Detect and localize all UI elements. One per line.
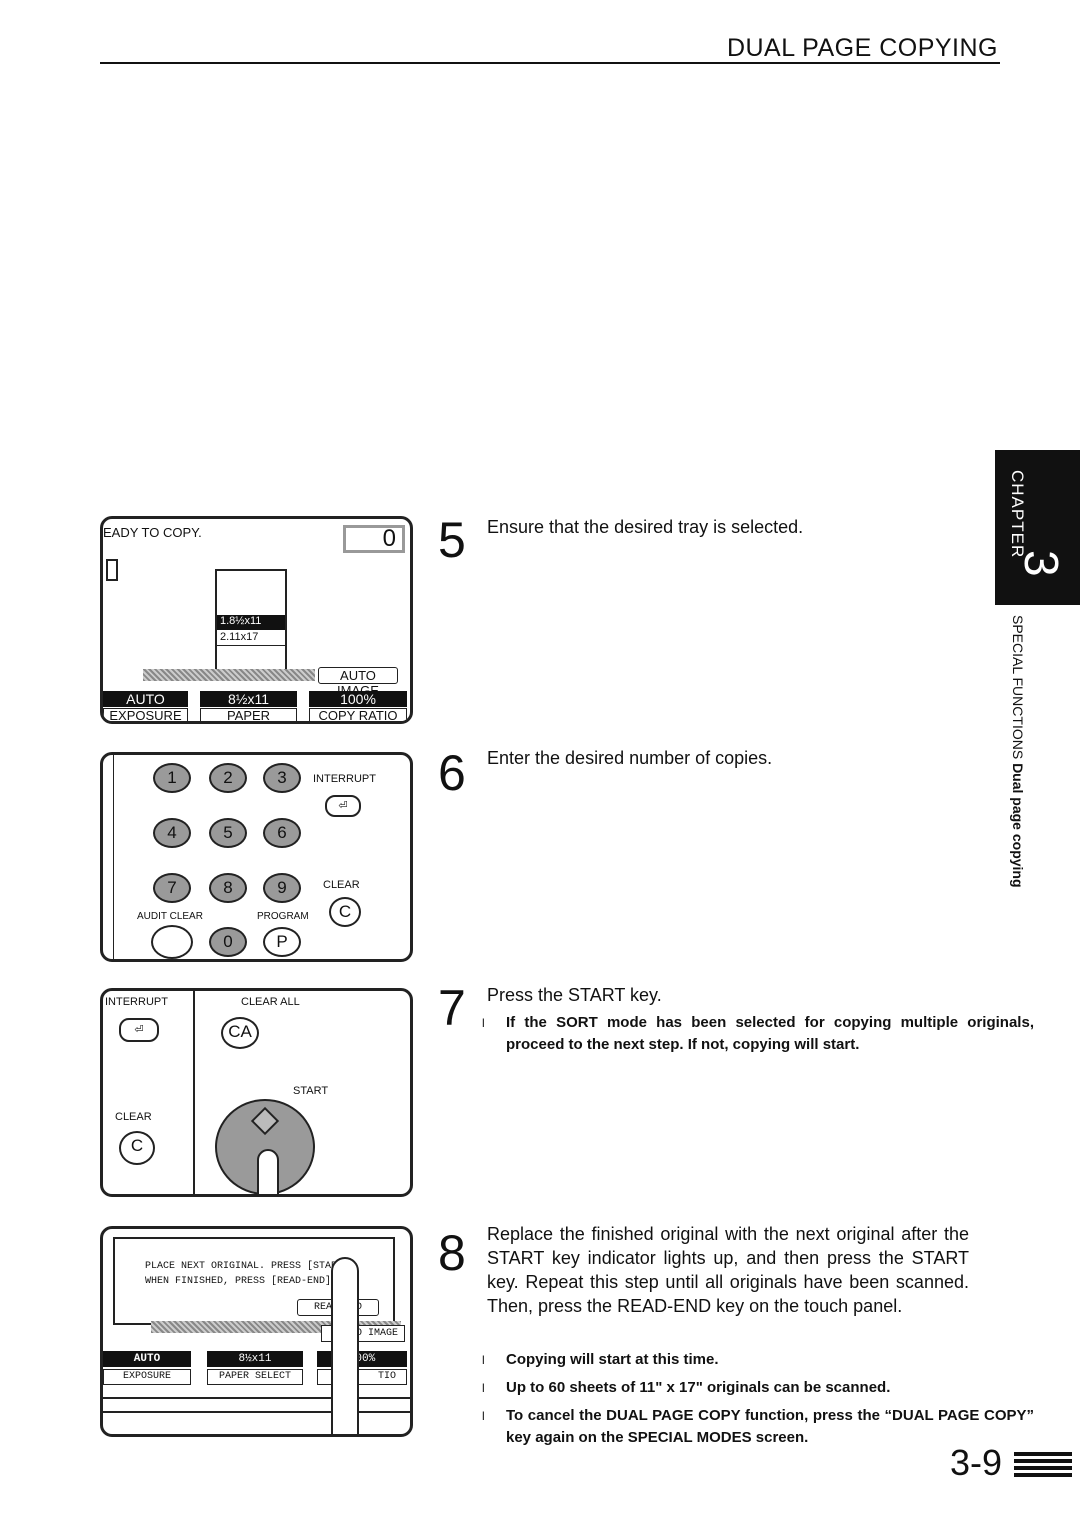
step-text: Replace the finished original with the n… xyxy=(487,1224,969,1316)
step-number: 8 xyxy=(438,1225,466,1281)
clear-key[interactable]: C xyxy=(329,897,361,927)
interrupt-key[interactable]: ⏎ xyxy=(119,1018,159,1042)
chapter-label: CHAPTER xyxy=(1008,470,1027,559)
clear-label: CLEAR xyxy=(323,879,360,891)
note-text: Copying will start at this time. xyxy=(506,1351,719,1368)
chapter-tab: CHAPTER 3 xyxy=(995,450,1080,605)
page-number: 3-9 xyxy=(949,1442,1002,1483)
touch-panel-dual-page: PLACE NEXT ORIGINAL. PRESS [START]. WHEN… xyxy=(100,1226,413,1437)
start-label: START xyxy=(293,1085,329,1097)
copy-ratio-button[interactable]: COPY RATIO xyxy=(309,708,407,721)
message-line-2: WHEN FINISHED, PRESS [READ-END]. xyxy=(145,1276,338,1287)
start-panel: INTERRUPT ⏎ CLEAR ALL CA START CLEAR C xyxy=(100,988,413,1197)
touch-panel-ready: EADY TO COPY. 0 1.8½x11 2.11x17 AUTO IMA… xyxy=(100,516,413,724)
paper-select-button[interactable]: PAPER SELECT xyxy=(207,1369,303,1385)
message-line-1: PLACE NEXT ORIGINAL. PRESS [START]. xyxy=(145,1261,356,1272)
floor-shadow xyxy=(143,669,315,681)
interrupt-label: INTERRUPT xyxy=(105,996,168,1008)
exposure-button[interactable]: EXPOSURE xyxy=(103,1369,191,1385)
key-6[interactable]: 6 xyxy=(263,818,301,848)
topic-name: Dual page copying xyxy=(1010,763,1026,888)
tray-1[interactable]: 1.8½x11 xyxy=(217,615,285,630)
auto-image-button[interactable]: AUTO IMAGE xyxy=(318,667,398,698)
bullet: l xyxy=(482,1381,485,1395)
paper-value: 8½x11 xyxy=(200,691,297,707)
key-3[interactable]: 3 xyxy=(263,763,301,793)
clear-all-key[interactable]: CA xyxy=(221,1017,259,1049)
status-message: EADY TO COPY. xyxy=(103,525,202,540)
audit-clear-key[interactable] xyxy=(151,925,193,959)
section-label: SPECIAL FUNCTIONS Dual page copying xyxy=(1010,615,1026,888)
exposure-button[interactable]: EXPOSURE xyxy=(103,708,188,721)
key-7[interactable]: 7 xyxy=(153,873,191,903)
interrupt-label: INTERRUPT xyxy=(313,773,376,785)
key-0[interactable]: 0 xyxy=(209,927,247,957)
page-header-title: DUAL PAGE COPYING xyxy=(726,34,998,62)
section-name: SPECIAL FUNCTIONS xyxy=(1010,615,1026,760)
note-text: Up to 60 sheets of 11" x 17" originals c… xyxy=(506,1379,891,1396)
chapter-number: 3 xyxy=(1014,550,1067,577)
key-4[interactable]: 4 xyxy=(153,818,191,848)
copier-illustration: 1.8½x11 2.11x17 xyxy=(215,569,287,679)
finger-icon xyxy=(257,1149,279,1194)
note-text: If the SORT mode has been selected for c… xyxy=(506,1014,1034,1053)
key-1[interactable]: 1 xyxy=(153,763,191,793)
exposure-value: AUTO xyxy=(103,691,188,707)
audit-clear-label: AUDIT CLEAR xyxy=(137,911,203,922)
bullet: l xyxy=(482,1016,485,1030)
copy-count: 0 xyxy=(343,525,405,553)
bullet: l xyxy=(482,1353,485,1367)
key-8[interactable]: 8 xyxy=(209,873,247,903)
start-key[interactable] xyxy=(215,1099,315,1194)
paper-value: 8½x11 xyxy=(207,1351,303,1367)
step-text: Enter the desired number of copies. xyxy=(487,748,773,768)
keypad-panel: 1 2 3 INTERRUPT ⏎ 4 5 6 7 8 9 CLEAR C AU… xyxy=(100,752,413,962)
bullet: l xyxy=(482,1409,485,1423)
page-marker-bars xyxy=(1014,1452,1072,1480)
step-number: 6 xyxy=(438,745,466,801)
step-note: l Copying will start at this time. xyxy=(482,1349,1034,1371)
clear-all-label: CLEAR ALL xyxy=(241,996,300,1008)
key-2[interactable]: 2 xyxy=(209,763,247,793)
clear-key[interactable]: C xyxy=(119,1131,155,1165)
key-5[interactable]: 5 xyxy=(209,818,247,848)
step-text: Ensure that the desired tray is selected… xyxy=(487,517,804,537)
interrupt-key[interactable]: ⏎ xyxy=(325,795,361,817)
finger-icon xyxy=(331,1257,359,1434)
step-note: l If the SORT mode has been selected for … xyxy=(482,1012,1034,1056)
step-text: Press the START key. xyxy=(487,985,662,1005)
start-indicator-icon xyxy=(250,1106,280,1136)
key-9[interactable]: 9 xyxy=(263,873,301,903)
exposure-value: AUTO xyxy=(103,1351,191,1367)
step-number: 7 xyxy=(438,980,466,1036)
header-rule xyxy=(100,62,1000,64)
step-number: 5 xyxy=(438,512,466,568)
ratio-value: 100% xyxy=(309,691,407,707)
step-note: l Up to 60 sheets of 11" x 17" originals … xyxy=(482,1377,1034,1399)
paper-select-button[interactable]: PAPER SELECT xyxy=(200,708,297,721)
program-key[interactable]: P xyxy=(263,927,301,957)
tray-2[interactable]: 2.11x17 xyxy=(217,631,285,646)
clear-label: CLEAR xyxy=(115,1111,152,1123)
program-label: PROGRAM xyxy=(257,911,309,922)
original-icon xyxy=(106,559,118,581)
